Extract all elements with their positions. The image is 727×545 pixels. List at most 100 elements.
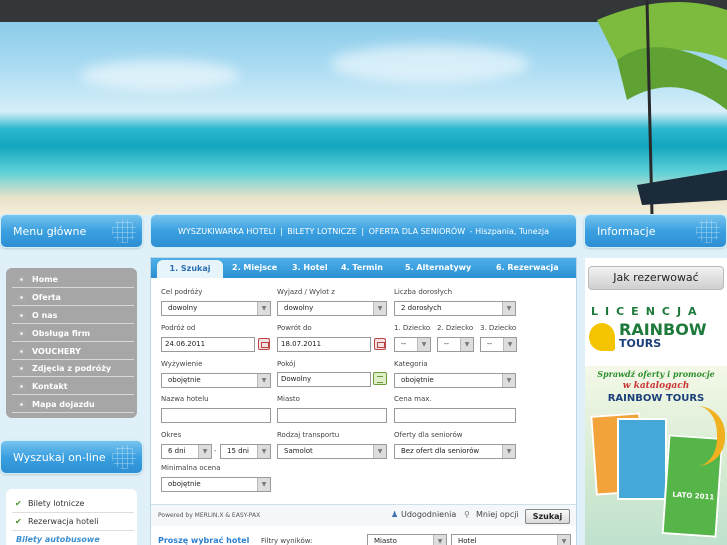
- cloud-decoration: [330, 45, 530, 83]
- menu-item-o-nas[interactable]: O nas: [12, 308, 134, 324]
- search-online-list: ✔ Bilety lotnicze ✔ Rezerwacja hoteli Bile…: [6, 489, 137, 545]
- miasto-label: Miasto: [277, 395, 300, 403]
- menu-item-zdjecia[interactable]: Zdjęcia z podróży: [12, 361, 134, 377]
- wyzywienie-select[interactable]: obojętnie: [161, 373, 271, 388]
- tab-miejsce[interactable]: 2. Miejsce: [232, 258, 277, 278]
- menu-item-home[interactable]: Home: [12, 272, 134, 288]
- promo-line2: w katalogach: [622, 381, 690, 391]
- wyjazd-select[interactable]: dowolny: [277, 301, 387, 316]
- info-header: Informacje: [584, 214, 727, 248]
- results-prompt: Proszę wybrać hotel: [158, 536, 250, 545]
- menu-header: Menu główne: [0, 214, 143, 248]
- tab-szukaj[interactable]: 1. Szukaj: [157, 260, 223, 278]
- search-form-panel: 1. Szukaj 2. Miejsce 3. Hotel 4. Termin …: [150, 257, 577, 545]
- dziecko2-label: 2. Dziecko: [437, 324, 474, 332]
- okres-from-select[interactable]: 6 dni: [161, 444, 212, 459]
- menu-title: Menu główne: [13, 225, 87, 238]
- list-icon[interactable]: [373, 372, 387, 385]
- palm-umbrella-image: [597, 0, 727, 215]
- szukaj-button[interactable]: Szukaj: [525, 509, 570, 524]
- filter-hotel-select[interactable]: Hotel: [451, 534, 571, 545]
- cel-select[interactable]: dowolny: [161, 301, 271, 316]
- dziecko2-select[interactable]: --: [437, 337, 474, 352]
- kategoria-select[interactable]: obojętnie: [394, 373, 516, 388]
- promo-box[interactable]: Sprawdź oferty i promocje w katalogach R…: [585, 366, 727, 545]
- check-icon: ✔: [15, 517, 22, 526]
- menu-item-kontakt[interactable]: Kontakt: [12, 379, 134, 395]
- catalog-image: [617, 418, 667, 500]
- powrot-input[interactable]: 18.07.2011: [277, 337, 371, 352]
- how-to-book-button[interactable]: Jak rezerwować: [588, 266, 724, 290]
- menu-item-vouchery[interactable]: VOUCHERY: [12, 344, 134, 360]
- wyjazd-label: Wyjazd / Wylot z: [277, 288, 335, 296]
- brand-line2: TOURS: [619, 337, 662, 350]
- calendar-icon[interactable]: [258, 338, 270, 350]
- nav-link-seniors[interactable]: OFERTA DLA SENIORÓW: [369, 227, 466, 236]
- calendar-icon[interactable]: [374, 338, 386, 350]
- powrot-label: Powrót do: [277, 324, 312, 332]
- tab-hotel[interactable]: 3. Hotel: [292, 258, 328, 278]
- senior-select[interactable]: Bez ofert dla seniorów: [394, 444, 516, 459]
- dorosli-select[interactable]: 2 dorosłych: [394, 301, 516, 316]
- dorosli-label: Liczba dorosłych: [394, 288, 453, 296]
- list-item-buses[interactable]: Bilety autobusowe: [12, 531, 134, 545]
- nav-separator: |: [361, 227, 365, 236]
- info-title: Informacje: [597, 225, 656, 238]
- header-banner: [0, 0, 727, 215]
- transport-label: Rodzaj transportu: [277, 431, 340, 439]
- nazwa-label: Nazwa hotelu: [161, 395, 209, 403]
- nav-separator: |: [280, 227, 283, 236]
- okres-dash: -: [214, 447, 217, 455]
- podroz-label: Podróż od: [161, 324, 196, 332]
- form-footer: Powered by MERLIN.X & EASY-PAX ♟ Udogodn…: [151, 504, 576, 526]
- filters-label: Filtry wyników:: [261, 537, 313, 545]
- mniej-opcji-link[interactable]: Mniej opcji: [476, 510, 519, 519]
- nav-link-hotels[interactable]: WYSZUKIWARKA HOTELI: [178, 227, 276, 236]
- license-text: LICENCJA: [591, 305, 704, 318]
- info-panel: Jak rezerwować LICENCJA RAINBOW TOURS Sp…: [585, 258, 727, 545]
- transport-select[interactable]: Samolot: [277, 444, 387, 459]
- list-item-flights[interactable]: ✔ Bilety lotnicze: [12, 495, 134, 513]
- cel-label: Cel podróży: [161, 288, 203, 296]
- people-icon: ♟: [391, 510, 399, 519]
- menu-item-oferta[interactable]: Oferta: [12, 290, 134, 306]
- okres-label: Okres: [161, 431, 182, 439]
- cloud-decoration: [80, 60, 240, 90]
- filter-miasto-select[interactable]: Miasto: [367, 534, 447, 545]
- tab-alternatywy[interactable]: 5. Alternatywy: [405, 258, 471, 278]
- dziecko3-select[interactable]: --: [480, 337, 517, 352]
- dziecko1-select[interactable]: --: [394, 337, 431, 352]
- tab-rezerwacja[interactable]: 6. Rezerwacja: [496, 258, 559, 278]
- podroz-input[interactable]: 24.06.2011: [161, 337, 255, 352]
- senior-label: Oferty dla seniorów: [394, 431, 463, 439]
- ocena-label: Minimalna ocena: [161, 464, 221, 472]
- miasto-input[interactable]: [277, 408, 387, 423]
- menu-item-mapa[interactable]: Mapa dojazdu: [12, 397, 134, 413]
- globe-icon: [112, 219, 136, 243]
- globe-icon: [112, 445, 136, 469]
- cena-input[interactable]: [394, 408, 516, 423]
- search-online-header: Wyszukaj on-line: [0, 440, 143, 474]
- list-item-hotels[interactable]: ✔ Rezerwacja hoteli: [12, 513, 134, 531]
- rainbow-logo-icon: [589, 323, 615, 351]
- udogodnienia-link[interactable]: Udogodnienia: [401, 510, 456, 519]
- brand-line1: RAINBOW: [619, 320, 707, 339]
- promo-line1: Sprawdź oferty i promocje: [597, 369, 715, 379]
- catalog-year: LATO 2011: [672, 490, 715, 502]
- step-tabs: 1. Szukaj 2. Miejsce 3. Hotel 4. Termin …: [151, 258, 576, 278]
- main-menu: Home Oferta O nas Obsługa firm VOUCHERY …: [6, 268, 137, 418]
- okres-to-select[interactable]: 15 dni: [220, 444, 271, 459]
- dziecko3-label: 3. Dziecko: [480, 324, 517, 332]
- kategoria-label: Kategoria: [394, 360, 428, 368]
- nav-suffix: - Hiszpania, Tunezja: [469, 227, 550, 236]
- tab-termin[interactable]: 4. Termin: [341, 258, 383, 278]
- pokoj-input[interactable]: Dowolny: [277, 372, 371, 387]
- list-item-label: Rezerwacja hoteli: [28, 517, 99, 526]
- search-icon: ⚲: [464, 510, 470, 519]
- nav-link-flights[interactable]: BILETY LOTNICZE: [287, 227, 357, 236]
- ocena-select[interactable]: obojętnie: [161, 477, 271, 492]
- dziecko1-label: 1. Dziecko: [394, 324, 431, 332]
- nazwa-input[interactable]: [161, 408, 271, 423]
- globe-icon: [696, 219, 720, 243]
- menu-item-obsluga-firm[interactable]: Obsługa firm: [12, 326, 134, 342]
